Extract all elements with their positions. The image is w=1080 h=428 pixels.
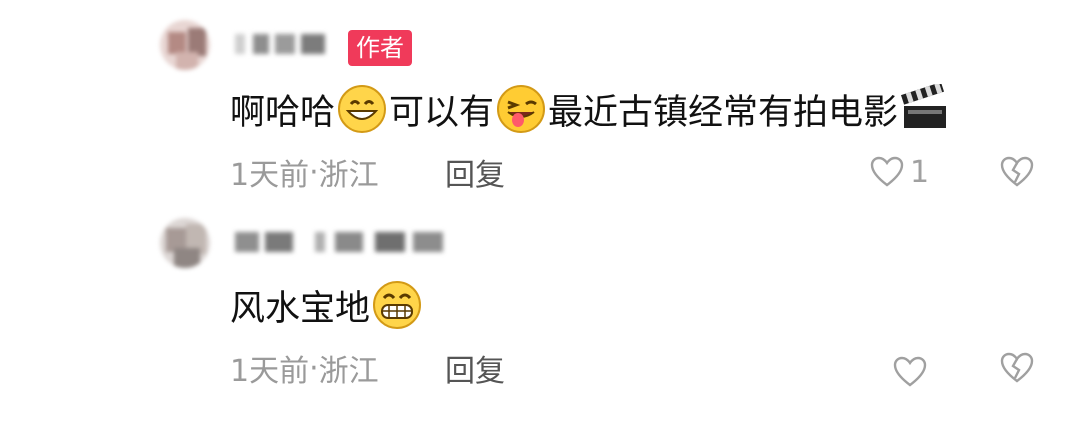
avatar[interactable]	[160, 218, 210, 268]
clapper-board-emoji-icon	[901, 84, 947, 128]
username-blurred[interactable]	[235, 32, 335, 56]
reply-button[interactable]: 回复	[445, 346, 505, 390]
big-grin-emoji-icon	[373, 281, 422, 329]
comment-text-part: 风水宝地	[230, 288, 371, 329]
heart-icon	[893, 356, 927, 387]
comment-text-part: 最近古镇经常有拍电影	[548, 92, 899, 133]
comment-meta: 1天前 · 浙江 回复	[230, 152, 505, 194]
meta-separator: ·	[309, 350, 319, 386]
winking-tongue-emoji-icon	[497, 85, 546, 133]
dislike-button[interactable]	[1000, 156, 1034, 192]
comment-text: 啊哈哈 可以有 最近古镇经常有拍电影	[230, 84, 950, 134]
comment-text-part: 啊哈哈	[230, 92, 336, 133]
comment-location: 浙江	[318, 158, 379, 193]
like-button[interactable]	[893, 352, 927, 392]
broken-heart-icon	[1000, 156, 1034, 187]
broken-heart-icon	[1000, 352, 1034, 383]
comment-location: 浙江	[318, 354, 379, 389]
avatar[interactable]	[160, 20, 210, 70]
reply-button[interactable]: 回复	[445, 150, 505, 194]
comment-meta: 1天前 · 浙江 回复	[230, 348, 505, 390]
author-badge: 作者	[348, 30, 412, 66]
username-blurred[interactable]	[235, 230, 450, 254]
grinning-face-emoji-icon	[338, 85, 387, 133]
dislike-button[interactable]	[1000, 352, 1034, 388]
like-count: 1	[910, 154, 930, 190]
like-button[interactable]: 1	[870, 152, 929, 192]
comment-time: 1天前	[230, 354, 310, 389]
comment-text: 风水宝地	[230, 280, 422, 330]
comment-time: 1天前	[230, 158, 310, 193]
meta-separator: ·	[309, 154, 319, 190]
heart-icon	[870, 156, 904, 187]
comment-text-part: 可以有	[389, 92, 495, 133]
